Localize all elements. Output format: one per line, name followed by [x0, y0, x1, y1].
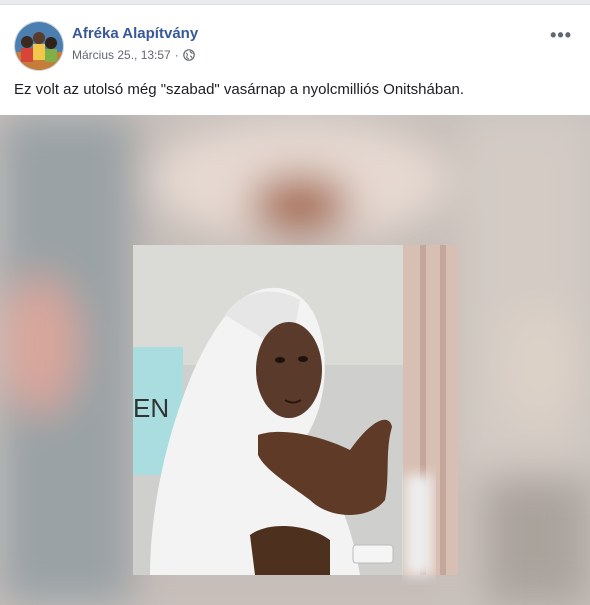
sign-text: EN — [133, 393, 169, 423]
post-card: Afréka Alapítvány Március 25., 13:57 · •… — [0, 4, 590, 605]
more-options-icon[interactable]: ••• — [550, 25, 572, 46]
post-video[interactable]: EN — [0, 115, 590, 605]
video-frame: EN — [133, 245, 458, 575]
post-meta: Március 25., 13:57 · — [72, 48, 195, 62]
post-timestamp[interactable]: Március 25., 13:57 — [72, 48, 171, 62]
globe-icon[interactable] — [182, 49, 195, 61]
author-avatar[interactable] — [14, 21, 64, 71]
separator-dot: · — [174, 48, 179, 62]
post-header: Afréka Alapítvány Március 25., 13:57 · •… — [14, 21, 590, 71]
author-name[interactable]: Afréka Alapítvány — [72, 25, 198, 42]
post-text: Ez volt az utolsó még "szabad" vasárnap … — [14, 81, 465, 98]
